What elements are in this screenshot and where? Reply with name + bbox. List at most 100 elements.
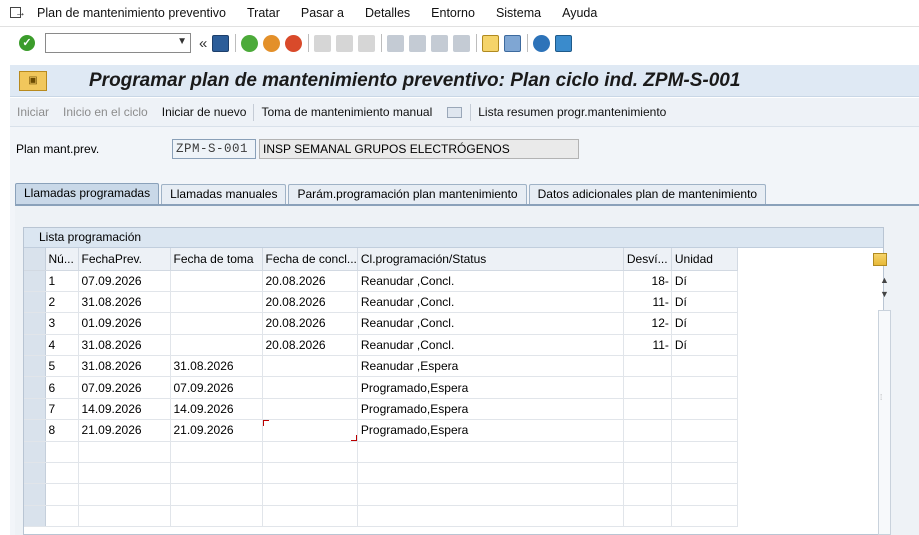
select-all-cell[interactable]	[24, 248, 46, 271]
desviacion-cell[interactable]	[623, 398, 672, 421]
row-number-cell[interactable]: 2	[45, 291, 79, 314]
scroll-track[interactable]	[878, 310, 891, 535]
exit-menu-icon[interactable]: →	[10, 6, 26, 20]
tab-llamadas-programadas[interactable]: Llamadas programadas	[15, 183, 160, 205]
fecha-conclusion-cell[interactable]	[262, 398, 358, 421]
menu-tratar[interactable]: Tratar	[247, 6, 280, 20]
menu-ayuda[interactable]: Ayuda	[562, 6, 597, 20]
row-selector[interactable]	[24, 398, 46, 421]
desviacion-cell[interactable]: 11-	[623, 291, 672, 314]
vertical-scrollbar[interactable]: ▲ ▼ ⁞	[876, 273, 893, 535]
toma-manual-button[interactable]: Toma de mantenimiento manual	[254, 105, 439, 119]
inicio-en-el-ciclo-button[interactable]: Inicio en el ciclo	[56, 105, 155, 119]
exit-icon[interactable]	[263, 34, 281, 52]
fecha-conclusion-cell[interactable]	[262, 483, 358, 506]
fecha-conclusion-cell[interactable]	[262, 419, 358, 442]
unidad-cell[interactable]	[671, 462, 738, 485]
fecha-prev-cell[interactable]: 14.09.2026	[78, 398, 171, 421]
fecha-prev-cell[interactable]: 07.09.2026	[78, 270, 171, 292]
menu-plan-mantenimiento[interactable]: Plan de mantenimiento preventivo	[37, 6, 226, 20]
row-selector[interactable]	[24, 376, 46, 399]
fecha-toma-cell[interactable]: 07.09.2026	[170, 376, 263, 399]
unidad-cell[interactable]	[671, 376, 738, 399]
row-number-cell[interactable]	[45, 483, 79, 506]
row-number-cell[interactable]: 7	[45, 398, 79, 421]
fecha-conclusion-cell[interactable]	[262, 441, 358, 464]
unidad-cell[interactable]: Dí	[671, 334, 738, 357]
first-page-icon[interactable]	[387, 34, 405, 52]
desviacion-cell[interactable]: 11-	[623, 334, 672, 357]
row-selector[interactable]	[24, 334, 46, 357]
find-icon[interactable]	[336, 34, 354, 52]
tab-datos-adicionales[interactable]: Datos adicionales plan de mantenimiento	[528, 184, 767, 205]
column-header-fecha-prev[interactable]: FechaPrev.	[78, 248, 171, 271]
tab-param-programacion[interactable]: Parám.programación plan mantenimiento	[288, 184, 527, 205]
collapse-toolbar-icon[interactable]: «	[199, 35, 207, 52]
table-row[interactable]	[24, 441, 738, 464]
status-cell[interactable]	[357, 505, 624, 528]
status-cell[interactable]: Programado,Espera	[357, 419, 624, 442]
row-selector[interactable]	[24, 505, 46, 528]
table-row[interactable]	[24, 483, 738, 506]
fecha-toma-cell[interactable]: 14.09.2026	[170, 398, 263, 421]
row-selector[interactable]	[24, 462, 46, 485]
row-number-cell[interactable]: 6	[45, 376, 79, 399]
plan-code-field[interactable]: ZPM-S-001	[172, 138, 256, 159]
fecha-conclusion-cell[interactable]: 20.08.2026	[262, 334, 358, 357]
table-row[interactable]: 8 21.09.2026 21.09.2026 Programado,Espera	[24, 419, 738, 442]
fecha-toma-cell[interactable]	[170, 441, 263, 464]
desviacion-cell[interactable]	[623, 355, 672, 378]
desviacion-cell[interactable]	[623, 419, 672, 442]
iniciar-button[interactable]: Iniciar	[10, 105, 56, 119]
fecha-conclusion-cell[interactable]	[262, 505, 358, 528]
row-selector[interactable]	[24, 312, 46, 335]
fecha-conclusion-cell[interactable]: 20.08.2026	[262, 312, 358, 335]
find-next-icon[interactable]	[358, 34, 376, 52]
row-number-cell[interactable]: 5	[45, 355, 79, 378]
desviacion-cell[interactable]: 18-	[623, 270, 672, 292]
row-number-cell[interactable]: 3	[45, 312, 79, 335]
help-icon[interactable]	[533, 34, 551, 52]
fecha-conclusion-cell[interactable]	[262, 355, 358, 378]
unidad-cell[interactable]: Dí	[671, 312, 738, 335]
unidad-cell[interactable]	[671, 505, 738, 528]
fecha-toma-cell[interactable]	[170, 483, 263, 506]
fecha-conclusion-cell[interactable]	[262, 376, 358, 399]
unidad-cell[interactable]	[671, 419, 738, 442]
status-cell[interactable]: Programado,Espera	[357, 376, 624, 399]
cancel-icon[interactable]	[285, 34, 303, 52]
column-header-fecha-toma[interactable]: Fecha de toma	[170, 248, 263, 271]
chevron-down-icon[interactable]: ▼	[177, 36, 187, 47]
fecha-prev-cell[interactable]	[78, 441, 171, 464]
row-number-cell[interactable]	[45, 441, 79, 464]
fecha-conclusion-cell[interactable]: 20.08.2026	[262, 270, 358, 292]
column-header-status[interactable]: Cl.programación/Status	[357, 248, 624, 271]
status-cell[interactable]: Reanudar ,Concl.	[357, 334, 624, 357]
status-cell[interactable]	[357, 441, 624, 464]
next-page-icon[interactable]	[431, 34, 449, 52]
fecha-prev-cell[interactable]: 31.08.2026	[78, 291, 171, 314]
column-header-fecha-conclusion[interactable]: Fecha de concl...	[262, 248, 358, 271]
command-input[interactable]	[46, 34, 172, 52]
row-selector[interactable]	[24, 441, 46, 464]
row-selector[interactable]	[24, 483, 46, 506]
fecha-toma-cell[interactable]	[170, 334, 263, 357]
column-header-desviacion[interactable]: Desví...	[623, 248, 672, 271]
fecha-toma-cell[interactable]	[170, 462, 263, 485]
table-row[interactable]: 1 07.09.2026 20.08.2026 Reanudar ,Concl. 18-…	[24, 270, 738, 292]
fecha-conclusion-cell[interactable]: 20.08.2026	[262, 291, 358, 314]
status-cell[interactable]: Reanudar ,Concl.	[357, 312, 624, 335]
unidad-cell[interactable]	[671, 398, 738, 421]
save-icon[interactable]	[212, 34, 230, 52]
unidad-cell[interactable]	[671, 441, 738, 464]
row-selector[interactable]	[24, 291, 46, 314]
table-row[interactable]: 7 14.09.2026 14.09.2026 Programado,Espera	[24, 398, 738, 421]
status-cell[interactable]: Reanudar ,Concl.	[357, 291, 624, 314]
enter-check-icon[interactable]: ✓	[19, 35, 35, 51]
row-number-cell[interactable]: 1	[45, 270, 79, 292]
menu-entorno[interactable]: Entorno	[431, 6, 475, 20]
scroll-up-icon[interactable]: ▲	[876, 273, 893, 287]
table-settings-icon[interactable]	[873, 253, 887, 266]
command-field[interactable]: ▼	[45, 33, 191, 53]
new-session-icon[interactable]	[482, 34, 500, 52]
